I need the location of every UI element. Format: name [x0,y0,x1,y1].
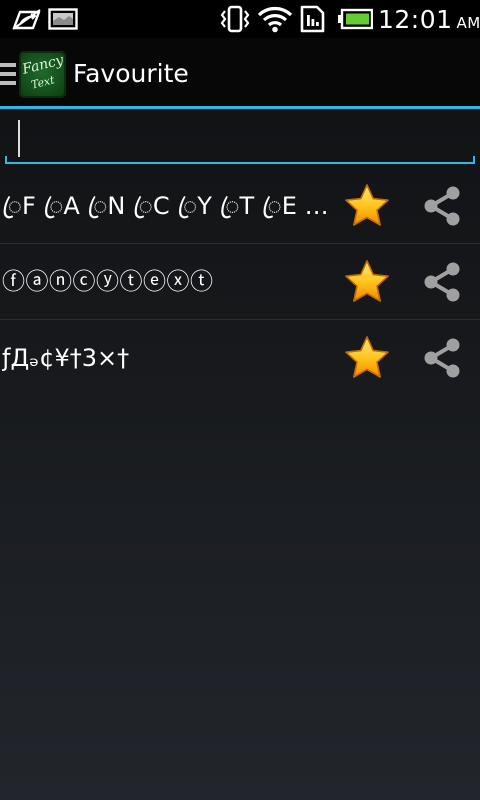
vibrate-icon [217,0,253,38]
search-input[interactable] [13,119,453,157]
drawer-hamburger-icon[interactable] [0,63,16,85]
wifi-icon [256,0,294,38]
hamburger-line [0,72,16,76]
search-field[interactable] [5,115,475,164]
clock-ampm: AM [456,14,480,32]
clock-time: 12:01 [378,5,453,34]
sim-card-icon [296,0,330,38]
status-bar: 12:01 AM [0,0,480,38]
fancy-text-item[interactable]: ꦿF ꦿA ꦿN ꦿC ꦿY ꦿT ꦿE ꦿX ꦿT [2,168,332,244]
action-bar-divider [0,106,480,109]
text-cursor [18,120,20,157]
fancy-text-item[interactable]: ⓕⓐⓝⓒⓨⓣⓔⓧⓣ [2,244,332,320]
favourite-star-icon[interactable] [343,182,391,230]
app-logo-text-text: Text [29,73,56,92]
share-icon[interactable] [419,259,465,305]
share-icon[interactable] [419,335,465,381]
app-logo-icon[interactable]: Fancy Text [19,51,66,98]
favourite-star-icon[interactable] [343,334,391,382]
status-clock: 12:01 AM [378,0,480,38]
list-item[interactable]: ƒДₔ¢¥†3×† [0,320,480,396]
favourites-list: ꦿF ꦿA ꦿN ꦿC ꦿY ꦿT ꦿE ꦿX ꦿT [0,168,480,396]
screenshot-notification-icon [48,0,78,38]
share-icon[interactable] [419,183,465,229]
sync-disabled-icon [10,0,44,38]
app-logo-text-fancy: Fancy [20,52,66,78]
favourite-star-icon[interactable] [343,258,391,306]
page-title: Favourite [73,59,189,88]
list-item[interactable]: ꦿF ꦿA ꦿN ꦿC ꦿY ꦿT ꦿE ꦿX ꦿT [0,168,480,244]
list-item[interactable]: ⓕⓐⓝⓒⓨⓣⓔⓧⓣ [0,244,480,320]
search-underline [5,156,475,164]
battery-icon [336,0,374,38]
fancy-text-item[interactable]: ƒДₔ¢¥†3×† [2,320,332,396]
hamburger-line [0,63,16,67]
action-bar [0,38,480,107]
hamburger-line [0,81,16,85]
